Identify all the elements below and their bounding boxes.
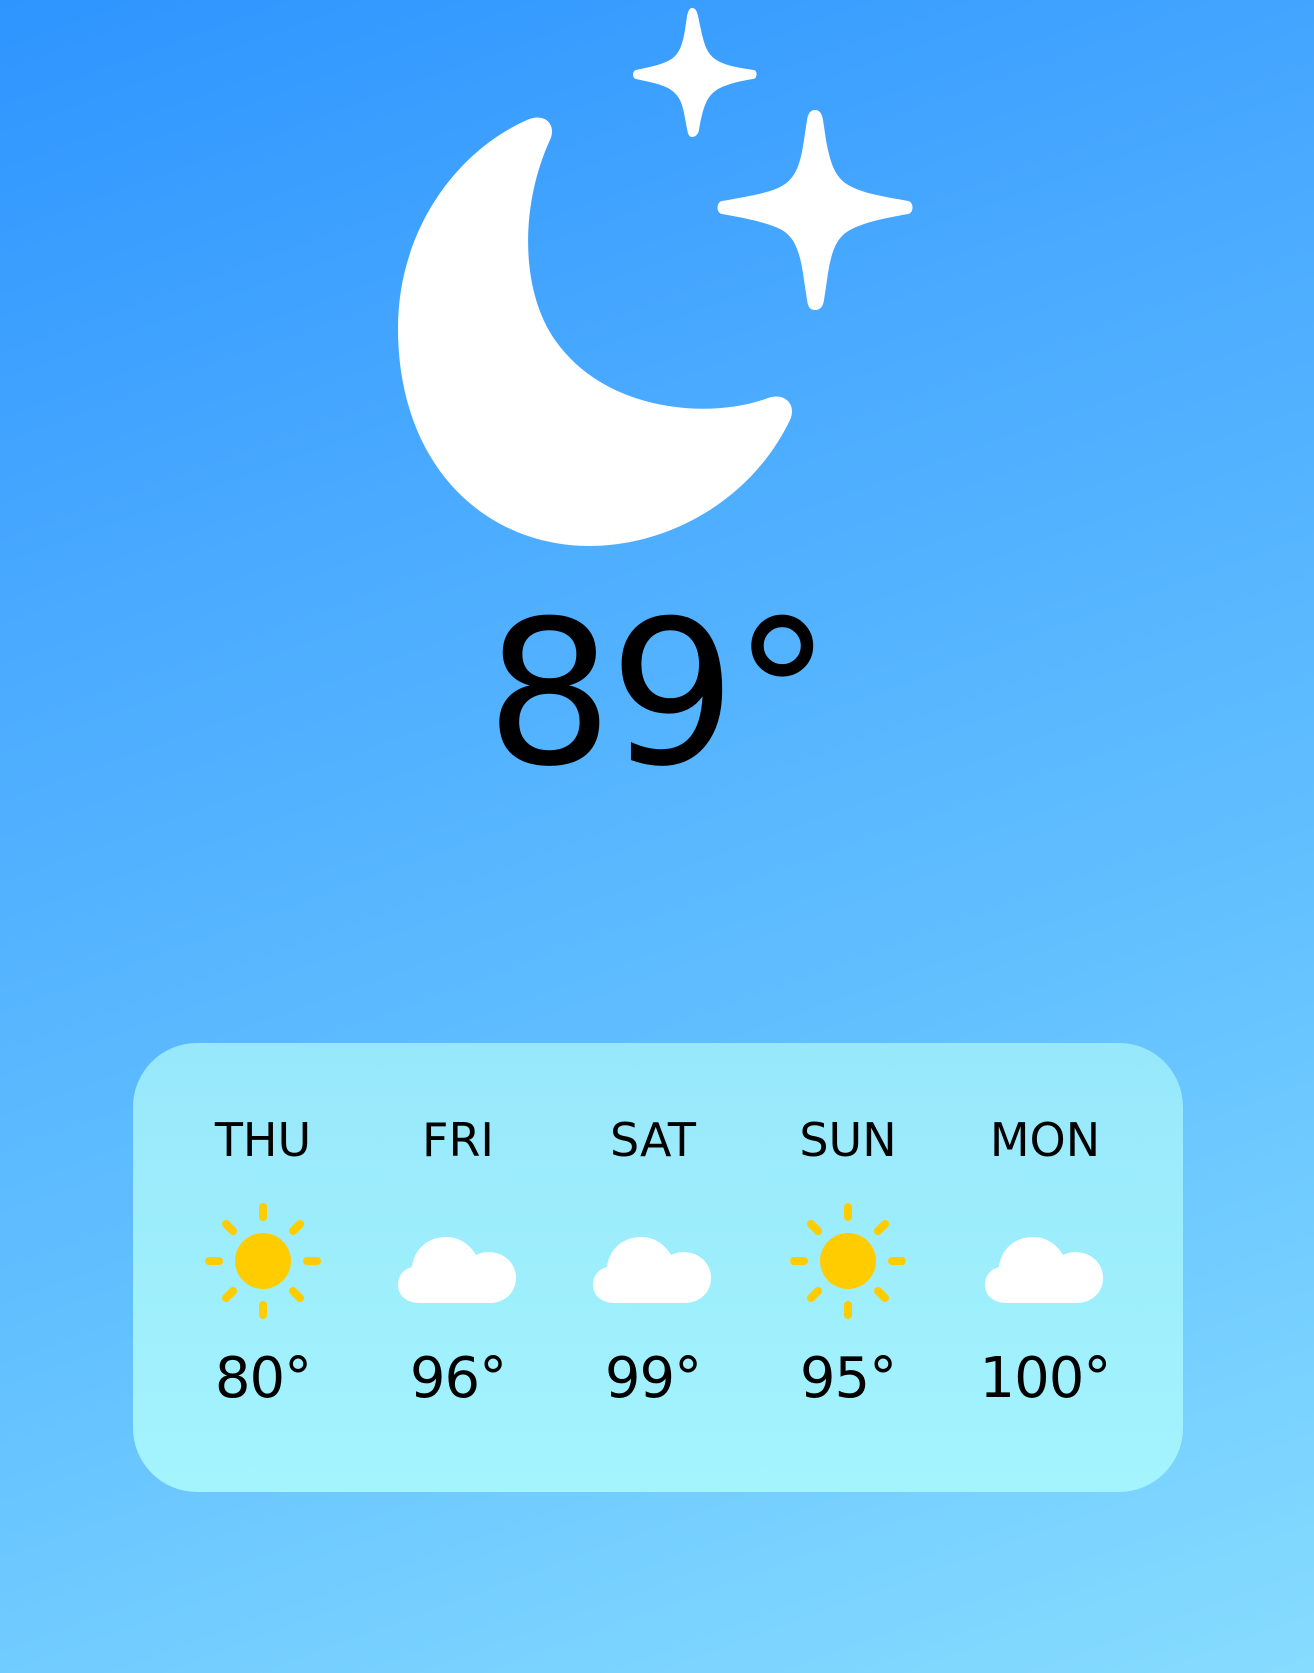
day-label: SUN [799, 1113, 897, 1167]
current-temperature: 89° [485, 578, 833, 811]
forecast-card: THU 80° FRI 96° SAT 99° SUN 95° MON 100° [133, 1043, 1183, 1492]
sun-icon [790, 1203, 906, 1319]
sparkle-small-icon [633, 8, 757, 137]
cloud-icon [593, 1237, 711, 1303]
moon-icon [398, 117, 793, 547]
day-temperature: 96° [409, 1346, 507, 1411]
day-temperature: 80° [214, 1346, 312, 1411]
forecast-day-mon: MON 100° [955, 1043, 1135, 1492]
sparkle-large-icon [717, 110, 913, 310]
day-temperature: 95° [799, 1346, 897, 1411]
forecast-day-thu: THU 80° [173, 1043, 353, 1492]
day-label: FRI [422, 1113, 494, 1167]
day-label: THU [214, 1113, 312, 1167]
forecast-day-sat: SAT 99° [563, 1043, 743, 1492]
cloud-icon [398, 1237, 516, 1303]
day-temperature: 100° [979, 1346, 1112, 1411]
day-label: SAT [609, 1113, 697, 1167]
forecast-day-fri: FRI 96° [368, 1043, 548, 1492]
moon-stars-icon [398, 8, 913, 547]
day-label: MON [989, 1113, 1101, 1167]
forecast-day-sun: SUN 95° [758, 1043, 938, 1492]
day-temperature: 99° [604, 1346, 702, 1411]
sun-icon [205, 1203, 321, 1319]
cloud-icon [985, 1237, 1103, 1303]
